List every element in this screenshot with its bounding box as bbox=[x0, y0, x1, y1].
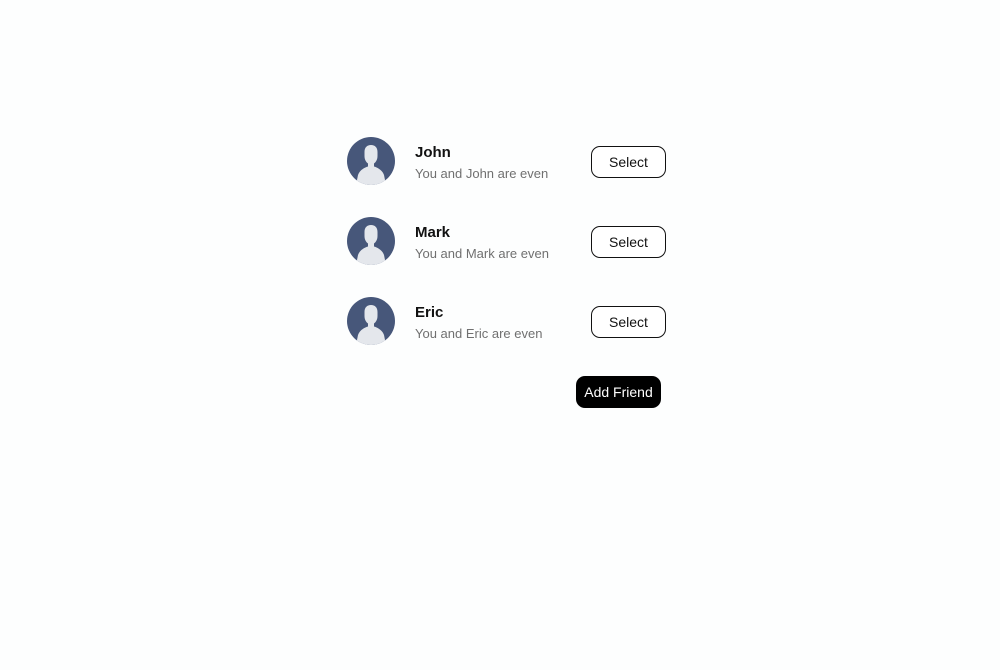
select-eric-button[interactable]: Select bbox=[591, 306, 666, 338]
select-mark-button[interactable]: Select bbox=[591, 226, 666, 258]
avatar-user-silhouette-icon bbox=[347, 217, 395, 265]
select-john-button[interactable]: Select bbox=[591, 146, 666, 178]
friend-row-john: John You and John are even Select bbox=[347, 137, 667, 185]
friend-row-eric: Eric You and Eric are even Select bbox=[347, 297, 667, 345]
friend-row-mark: Mark You and Mark are even Select bbox=[347, 217, 667, 265]
friend-name: Mark bbox=[415, 224, 451, 241]
friend-balance-status: You and Mark are even bbox=[415, 246, 549, 261]
friend-balance-status: You and John are even bbox=[415, 166, 549, 181]
page: John You and John are even Select Mark Y… bbox=[0, 0, 1000, 670]
friend-name: John bbox=[415, 144, 451, 161]
friend-list: John You and John are even Select Mark Y… bbox=[347, 137, 667, 377]
friend-name: Eric bbox=[415, 304, 444, 321]
add-friend-button[interactable]: Add Friend bbox=[576, 376, 661, 408]
avatar-user-silhouette-icon bbox=[347, 297, 395, 345]
friend-balance-status: You and Eric are even bbox=[415, 326, 543, 341]
avatar-user-silhouette-icon bbox=[347, 137, 395, 185]
